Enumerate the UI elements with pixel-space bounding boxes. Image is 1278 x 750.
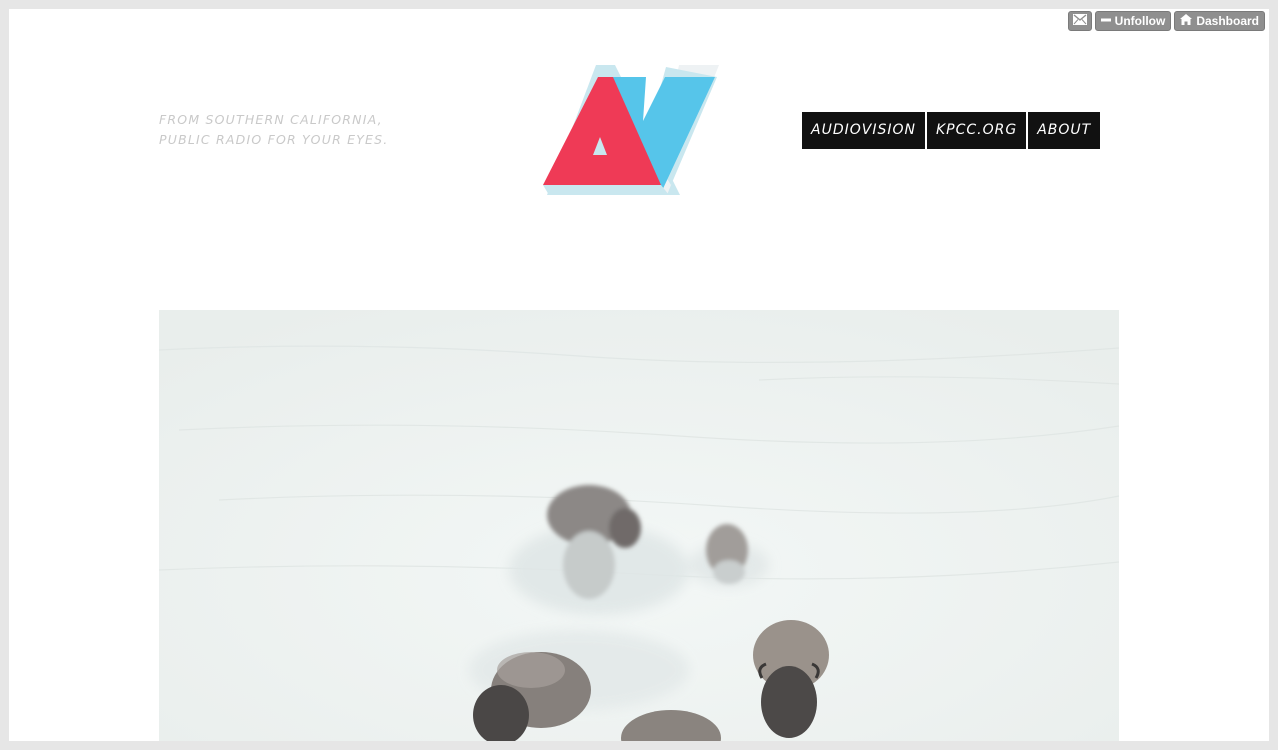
unfollow-button[interactable]: Unfollow <box>1094 11 1172 31</box>
envelope-icon <box>1072 12 1087 30</box>
main-nav: AUDIOVISION KPCC.ORG ABOUT <box>802 112 1101 149</box>
dashboard-button[interactable]: Dashboard <box>1174 11 1265 31</box>
nav-item-kpcc[interactable]: KPCC.ORG <box>926 112 1027 149</box>
unfollow-label: Unfollow <box>1114 14 1166 28</box>
nav-item-audiovision[interactable]: AUDIOVISION <box>802 112 925 149</box>
tagline-line-1: FROM SOUTHERN CALIFORNIA, <box>159 112 383 127</box>
post-photo[interactable] <box>159 310 1119 741</box>
page: Unfollow Dashboard FROM SOUTHERN CALIFOR… <box>9 9 1269 741</box>
tumblr-controls: Unfollow Dashboard <box>1067 11 1265 31</box>
home-icon <box>1180 12 1193 30</box>
site-tagline: FROM SOUTHERN CALIFORNIA, PUBLIC RADIO F… <box>159 110 388 150</box>
message-button[interactable] <box>1067 11 1092 31</box>
minus-icon <box>1100 12 1111 30</box>
tagline-line-2: PUBLIC RADIO FOR YOUR EYES. <box>159 132 389 147</box>
nav-item-about[interactable]: ABOUT <box>1028 112 1101 149</box>
site-logo[interactable] <box>539 63 719 199</box>
dashboard-label: Dashboard <box>1196 14 1259 28</box>
